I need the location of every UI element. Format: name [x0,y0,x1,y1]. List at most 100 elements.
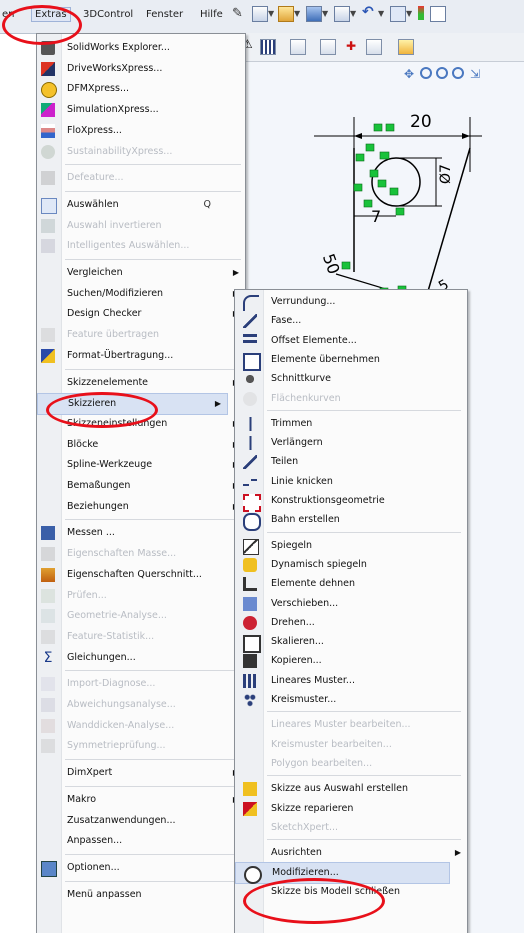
construction-icon [243,494,261,512]
submenu-item-teilen[interactable]: Teilen [235,452,467,472]
extras-menu-item-label: Auswahl invertieren [67,219,162,231]
extras-menu-item-dfmxpress[interactable]: DFMXpress... [37,79,245,99]
extras-menu-item-vergleichen[interactable]: Vergleichen ▶ [37,263,245,283]
measure-icon [41,526,55,541]
mirror-icon [243,538,259,555]
chevron-down-icon[interactable]: ▼ [350,9,358,23]
view-tools-icons[interactable]: ✥ ⇲ [404,67,480,81]
select-arrow-icon[interactable] [390,6,406,22]
new-document-icon[interactable] [252,6,268,22]
submenu-item-label: Fase... [271,315,302,327]
submenu-item-bahn-erstellen[interactable]: Bahn erstellen [235,510,467,532]
submenu-item-schnittkurve[interactable]: Schnittkurve [235,369,467,389]
open-folder-icon[interactable] [278,6,294,22]
menu-fenster[interactable]: Fenster [146,9,183,20]
annotation-ellipse-extras [2,5,82,45]
submenu-item-verlängern[interactable]: Verlängern [235,433,467,453]
extras-menu-item-blöcke[interactable]: Blöcke▶ [37,435,245,455]
submenu-item-kopieren[interactable]: Kopieren... [235,651,467,671]
extras-menu-item-beziehungen[interactable]: Beziehungen▶ [37,497,245,517]
sketch-icon[interactable] [398,39,414,55]
extras-menu-item-simulationxpress[interactable]: SimulationXpress... [37,100,245,120]
shortcut-label: Q [203,198,211,210]
extras-menu-item-gleichungen[interactable]: Σ Gleichungen... [37,648,245,668]
extras-menu-item-messen[interactable]: Messen ... [37,523,245,543]
chevron-down-icon[interactable]: ▼ [406,9,414,23]
menu-separator [65,759,241,761]
extras-menu-item-suchen-modifizieren[interactable]: Suchen/Modifizieren▶ [37,284,245,304]
extras-menu-item-label: SimulationXpress... [67,104,159,116]
submenu-item-label: Teilen [271,456,299,468]
submenu-item-lineares-muster[interactable]: Lineares Muster... [235,671,467,691]
extras-menu-item-menü-anpassen[interactable]: Menü anpassen [37,885,245,905]
section-props-icon [41,567,55,582]
extras-menu-item-eigenschaften-querschnitt[interactable]: Eigenschaften Querschnitt... [37,565,245,585]
extras-menu-item-label: Bemaßungen [67,480,131,491]
submenu-item-skizze-aus-auswahl-erstellen[interactable]: Skizze aus Auswahl erstellen [235,779,467,799]
extras-menu-item-format-übertragung[interactable]: Format-Übertragung... [37,346,245,366]
extras-menu-item-makro[interactable]: Makro▶ [37,790,245,810]
submenu-item-spiegeln[interactable]: Spiegeln [235,536,467,556]
chevron-down-icon[interactable]: ▼ [378,9,386,23]
svg-text:⇲: ⇲ [470,67,480,81]
intersection-curve-icon [243,372,257,387]
menu-separator [65,519,241,521]
submenu-item-offset-elemente[interactable]: Offset Elemente... [235,331,467,351]
submenu-item-verschieben[interactable]: Verschieben... [235,594,467,614]
display-delete-relations-icon[interactable] [320,39,336,55]
extras-menu-item-label: Eigenschaften Masse... [67,548,177,560]
extras-menu-item-label: Skizzenelemente [67,376,149,388]
submenu-item-linie-knicken[interactable]: Linie knicken [235,472,467,492]
menu-hilfe[interactable]: Hilfe [200,9,223,20]
menu-3dcontrol[interactable]: 3DControl [83,9,133,20]
submenu-item-elemente-dehnen[interactable]: Elemente dehnen [235,574,467,594]
add-relation-icon[interactable] [290,39,306,55]
feature-transfer-icon [41,328,55,343]
extras-menu-item-dimxpert[interactable]: DimXpert▶ [37,763,245,783]
submenu-item-ausrichten[interactable]: Ausrichten ▶ [235,843,467,863]
rotate-icon [243,615,257,630]
chevron-down-icon[interactable]: ▼ [268,9,276,23]
save-icon[interactable] [306,6,322,22]
extras-menu-item-spline-werkzeuge[interactable]: Spline-Werkzeuge▶ [37,455,245,475]
extras-menu-item-auswählen[interactable]: Auswählen Q [37,195,245,215]
chevron-down-icon[interactable]: ▼ [294,9,302,23]
extras-menu-item-driveworksxpress[interactable]: DriveWorksXpress... [37,59,245,79]
submenu-item-fase[interactable]: Fase... [235,311,467,331]
extras-menu-item-label: Eigenschaften Querschnitt... [67,568,202,580]
extras-menu-item-feature-statistik: Feature-Statistik... [37,627,245,647]
print-icon[interactable] [334,6,350,22]
extras-menu-item-solidworks-explorer[interactable]: SolidWorks Explorer... [37,38,245,58]
dfm-icon [41,82,57,99]
import-diag-icon [41,677,55,692]
submenu-item-dynamisch-spiegeln[interactable]: Dynamisch spiegeln [235,555,467,575]
submenu-item-drehen[interactable]: Drehen... [235,613,467,633]
submenu-item-label: Schnittkurve [271,373,331,385]
submenu-item-verrundung[interactable]: Verrundung... [235,292,467,312]
submenu-item-trimmen[interactable]: Trimmen [235,414,467,434]
chevron-down-icon[interactable]: ▼ [322,9,330,23]
dimension-diameter-7: Ø7 [438,164,454,184]
extras-menu-item-zusatzanwendungen[interactable]: Zusatzanwendungen... [37,811,245,831]
rapid-sketch-icon[interactable] [366,39,382,55]
pushpin-icon[interactable]: ✎ [232,6,246,21]
submenu-item-label: Kopieren... [271,655,322,667]
rebuild-icon[interactable] [418,6,424,20]
extras-menu-item-optionen[interactable]: Optionen... [37,858,245,878]
submenu-item-kreismuster[interactable]: Kreismuster... [235,690,467,710]
extras-menu-item-skizzenelemente[interactable]: Skizzenelemente▶ [37,373,245,393]
submenu-item-skizze-reparieren[interactable]: Skizze reparieren [235,799,467,819]
annotation-ellipse-skizzieren [46,392,158,428]
undo-icon[interactable]: ↶ [362,4,376,20]
extras-menu-item-floxpress[interactable]: FloXpress... [37,121,245,141]
submenu-item-konstruktionsgeometrie[interactable]: Konstruktionsgeometrie [235,491,467,512]
extras-menu-item-feature-übertragen: Feature übertragen [37,325,245,345]
submenu-item-skalieren[interactable]: Skalieren... [235,632,467,654]
grid-icon[interactable] [260,39,276,55]
extras-menu-item-bemaßungen[interactable]: Bemaßungen▶ [37,476,245,496]
extras-menu-item-anpassen[interactable]: Anpassen... [37,831,245,851]
extras-menu-item-design-checker[interactable]: Design Checker▶ [37,304,245,324]
quick-snaps-icon[interactable]: ✚ [346,39,360,53]
file-properties-icon[interactable] [430,6,446,22]
submenu-item-elemente-übernehmen[interactable]: Elemente übernehmen [235,350,467,371]
